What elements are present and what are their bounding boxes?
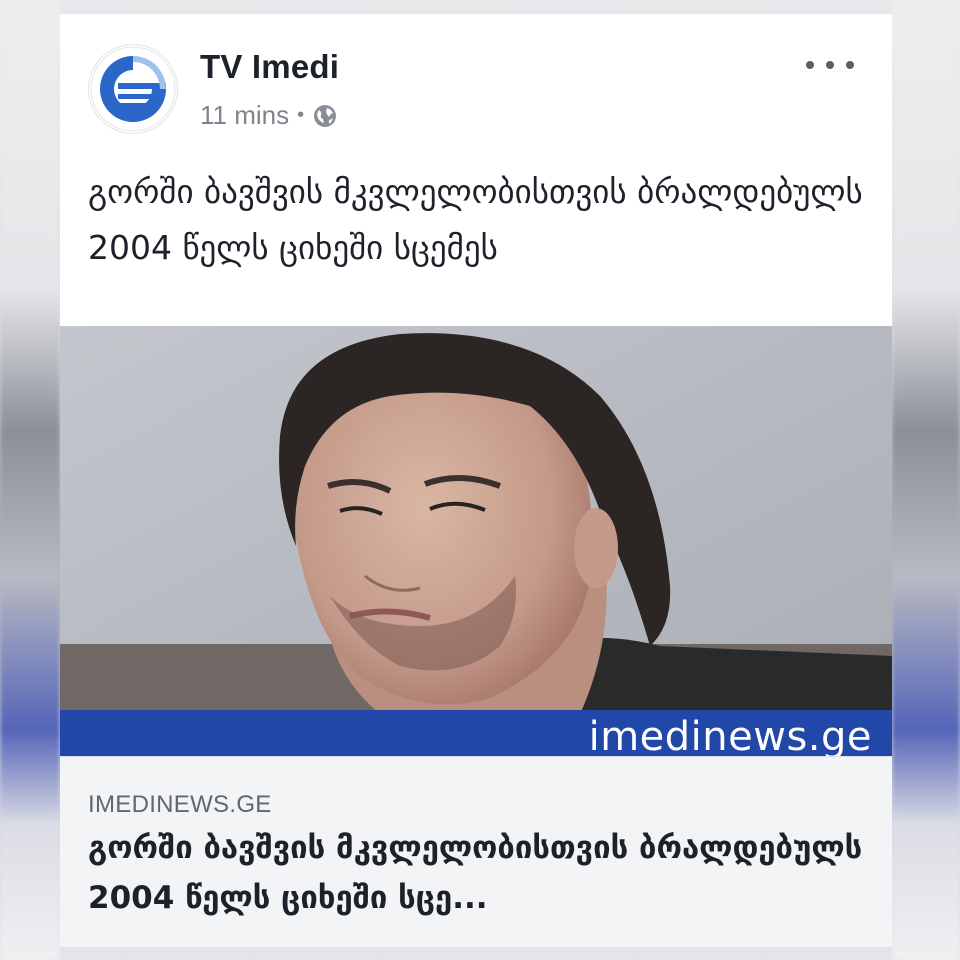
news-photo: [60, 326, 892, 756]
link-title[interactable]: გორში ბავშვის მკვლელობისთვის ბრალდებულს …: [88, 823, 878, 923]
watermark-bar: imedinews.ge: [60, 710, 892, 756]
background-right-edge: [892, 0, 960, 960]
more-dot: [846, 61, 854, 69]
link-preview-info[interactable]: IMEDINEWS.GE გორში ბავშვის მკვლელობისთვი…: [60, 756, 892, 947]
post-text: გორში ბავშვის მკვლელობისთვის ბრალდებულს …: [88, 172, 863, 267]
tv-imedi-logo-icon: [90, 46, 176, 132]
link-domain: IMEDINEWS.GE: [88, 791, 272, 818]
meta-separator: •: [297, 104, 305, 126]
post-header: TV Imedi 11 mins •: [60, 14, 892, 154]
page-name[interactable]: TV Imedi: [200, 48, 339, 86]
post-timestamp[interactable]: 11 mins: [200, 100, 289, 131]
more-dot: [806, 61, 814, 69]
link-preview-image[interactable]: imedinews.ge: [60, 326, 892, 756]
post-meta: 11 mins •: [200, 100, 338, 131]
globe-icon[interactable]: [312, 103, 338, 129]
more-options-button[interactable]: [806, 50, 854, 80]
background-left-edge: [0, 0, 60, 960]
facebook-post-card: TV Imedi 11 mins • გორში ბავშვის მკვლელო…: [60, 14, 892, 947]
more-dot: [826, 61, 834, 69]
page-avatar[interactable]: [88, 44, 178, 134]
image-watermark: imedinews.ge: [588, 714, 872, 756]
